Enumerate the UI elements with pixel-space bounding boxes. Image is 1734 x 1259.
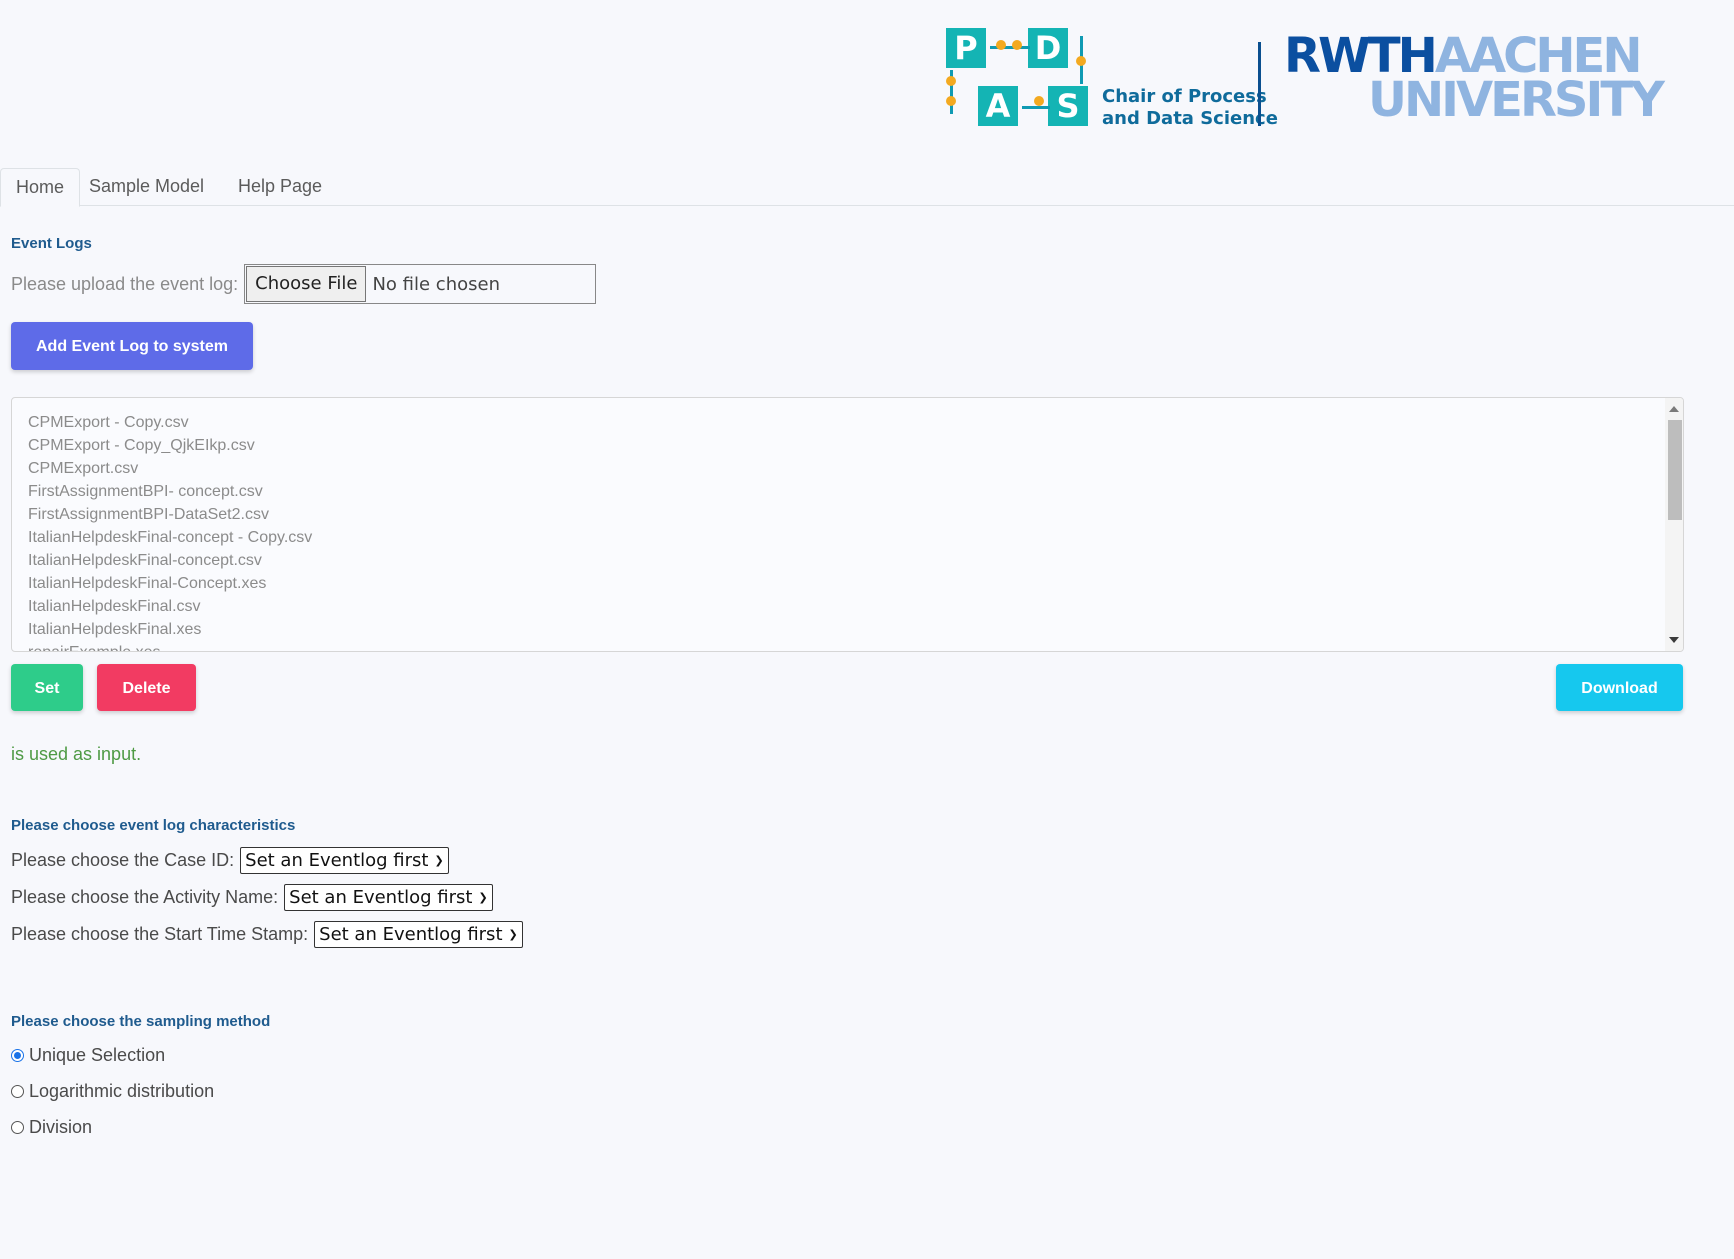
case-id-label: Please choose the Case ID: xyxy=(11,849,235,870)
logo-divider xyxy=(1258,42,1261,126)
scroll-up-icon[interactable] xyxy=(1669,406,1679,412)
characteristics-heading: Please choose event log characteristics xyxy=(11,817,296,834)
download-button[interactable]: Download xyxy=(1556,664,1683,711)
pads-logo-tile: A xyxy=(978,86,1018,126)
list-item[interactable]: CPMExport.csv xyxy=(28,457,1683,480)
rwth-logo-university: UNIVERSITY xyxy=(1368,72,1665,128)
tab-home[interactable]: Home xyxy=(0,168,81,207)
list-item[interactable]: ItalianHelpdeskFinal.xes xyxy=(28,618,1683,641)
case-id-row: Please choose the Case ID: Set an Eventl… xyxy=(11,846,449,874)
input-status-text: is used as input. xyxy=(11,744,142,764)
chevron-down-icon: ❯ xyxy=(434,853,444,867)
list-item[interactable]: ItalianHelpdeskFinal.csv xyxy=(28,595,1683,618)
activity-label: Please choose the Activity Name: xyxy=(11,886,279,907)
chevron-down-icon: ❯ xyxy=(508,927,518,941)
chair-line-2: and Data Science xyxy=(1102,108,1278,129)
pads-logo-tile: P xyxy=(946,28,986,68)
radio-label[interactable]: Unique Selection xyxy=(29,1045,165,1066)
chair-title: Chair of Process and Data Science xyxy=(1102,86,1278,130)
radio-label[interactable]: Logarithmic distribution xyxy=(29,1081,214,1102)
radio-button[interactable] xyxy=(11,1120,24,1134)
list-item[interactable]: ItalianHelpdeskFinal-Concept.xes xyxy=(28,572,1683,595)
file-input[interactable]: Choose File No file chosen xyxy=(244,264,597,304)
timestamp-select[interactable]: Set an Eventlog first ❯ xyxy=(314,920,523,948)
list-scrollbar[interactable] xyxy=(1665,398,1683,651)
pads-logo-tile: D xyxy=(1028,28,1068,68)
activity-row: Please choose the Activity Name: Set an … xyxy=(11,883,493,911)
radio-button[interactable] xyxy=(11,1084,24,1098)
list-item[interactable]: repairExample.xes xyxy=(28,641,1683,651)
activity-select[interactable]: Set an Eventlog first ❯ xyxy=(284,883,493,911)
case-id-select[interactable]: Set an Eventlog first ❯ xyxy=(240,846,449,874)
sampling-option-division[interactable]: Division xyxy=(11,1115,92,1139)
pads-logo-tile: S xyxy=(1048,86,1088,126)
upload-row: Please upload the event log: Choose File… xyxy=(11,264,597,304)
pads-logo: P D A S xyxy=(944,26,1092,130)
event-logs-heading: Event Logs xyxy=(11,235,92,252)
list-item[interactable]: FirstAssignmentBPI-DataSet2.csv xyxy=(28,503,1683,526)
timestamp-row: Please choose the Start Time Stamp: Set … xyxy=(11,920,523,948)
chevron-down-icon: ❯ xyxy=(478,890,488,904)
list-item[interactable]: ItalianHelpdeskFinal-concept.csv xyxy=(28,549,1683,572)
upload-label: Please upload the event log: xyxy=(11,273,239,294)
sampling-option-logarithmic[interactable]: Logarithmic distribution xyxy=(11,1079,214,1103)
add-event-log-button[interactable]: Add Event Log to system xyxy=(11,322,253,370)
tab-sample-model[interactable]: Sample Model xyxy=(74,168,219,206)
delete-button[interactable]: Delete xyxy=(97,664,196,711)
case-id-select-value: Set an Eventlog first xyxy=(245,849,429,871)
radio-label[interactable]: Division xyxy=(29,1117,92,1138)
file-input-status: No file chosen xyxy=(372,273,500,295)
sampling-heading: Please choose the sampling method xyxy=(11,1013,271,1030)
radio-button[interactable] xyxy=(11,1048,24,1062)
chair-line-1: Chair of Process xyxy=(1102,86,1267,107)
nav-tabs: Home Sample Model Help Page xyxy=(0,168,1734,207)
scroll-down-icon[interactable] xyxy=(1669,637,1679,643)
activity-select-value: Set an Eventlog first xyxy=(289,886,473,908)
timestamp-label: Please choose the Start Time Stamp: xyxy=(11,923,309,944)
event-log-list[interactable]: CPMExport - Copy.csv CPMExport - Copy_Qj… xyxy=(11,397,1684,652)
rwth-logo: RWTHAACHEN UNIVERSITY xyxy=(1284,32,1665,128)
scrollbar-thumb[interactable] xyxy=(1668,420,1682,520)
header-logos: P D A S Chair of Process and Data Scienc… xyxy=(944,26,1665,130)
list-item[interactable]: CPMExport - Copy_QjkEIkp.csv xyxy=(28,434,1683,457)
choose-file-button[interactable]: Choose File xyxy=(246,266,367,302)
list-item[interactable]: CPMExport - Copy.csv xyxy=(28,411,1683,434)
sampling-option-unique[interactable]: Unique Selection xyxy=(11,1043,165,1067)
list-item[interactable]: FirstAssignmentBPI- concept.csv xyxy=(28,480,1683,503)
set-button[interactable]: Set xyxy=(11,664,83,711)
timestamp-select-value: Set an Eventlog first xyxy=(319,923,503,945)
list-item[interactable]: ItalianHelpdeskFinal-concept - Copy.csv xyxy=(28,526,1683,549)
tab-help-page[interactable]: Help Page xyxy=(223,168,337,206)
